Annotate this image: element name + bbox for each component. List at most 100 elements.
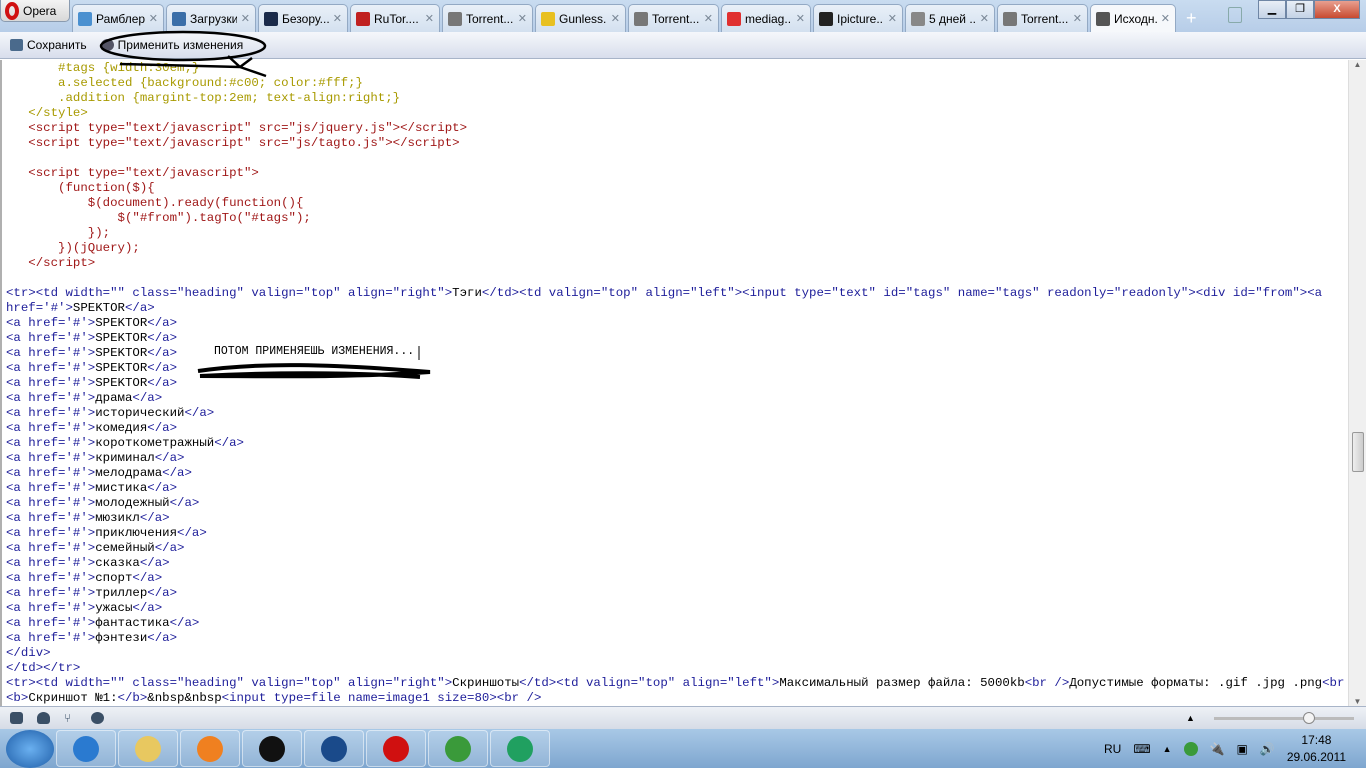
code-token: </a> <box>177 526 207 540</box>
code-line: }); <box>6 226 110 241</box>
code-token: <a href='#'> <box>6 406 96 420</box>
zoom-slider[interactable] <box>1214 712 1354 724</box>
code-line: <a href='#'>SPEKTOR</a> <box>6 376 177 391</box>
code-token: &nbsp&nbsp <box>147 691 222 705</box>
tab[interactable]: Torrent... ✕ <box>442 4 533 32</box>
rambler-icon <box>78 11 92 26</box>
code-token: мистика <box>95 481 148 495</box>
tab-bar: Opera Рамблер ✕ Загрузки ✕ Безору... ✕ RuTor..… <box>0 0 1366 32</box>
network-icon[interactable]: ▣ <box>1237 742 1248 756</box>
tab[interactable]: 5 дней ... ✕ <box>905 4 995 32</box>
code-token: криминал <box>95 451 155 465</box>
code-token: <a href='#'> <box>6 316 96 330</box>
apply-changes-button[interactable]: Применить изменения <box>100 38 243 52</box>
code-line: .addition {margint-top:2em; text-align:r… <box>6 91 400 106</box>
code-token: <a href='#'> <box>6 346 96 360</box>
code-line: <a href='#'>комедия</a> <box>6 421 177 436</box>
downloads-icon <box>172 11 186 26</box>
language-indicator[interactable]: RU <box>1104 742 1121 756</box>
tab[interactable]: Безору... ✕ <box>258 4 348 32</box>
code-token: комедия <box>95 421 148 435</box>
code-line: <tr><td width="" class="heading" valign=… <box>6 286 1322 301</box>
close-tab-icon[interactable]: ✕ <box>333 12 342 25</box>
taskbar-app[interactable] <box>242 730 302 767</box>
close-tab-icon[interactable]: ✕ <box>149 12 158 25</box>
taskbar-app[interactable] <box>180 730 240 767</box>
turbo-icon[interactable] <box>91 712 104 724</box>
tab[interactable]: Рамблер ✕ <box>72 4 164 32</box>
tab[interactable]: Torrent... ✕ <box>997 4 1088 32</box>
code-line: <a href='#'>мелодрама</a> <box>6 466 192 481</box>
scroll-down-icon[interactable]: ▼ <box>1349 697 1366 706</box>
taskbar-app[interactable] <box>490 730 550 767</box>
film-icon <box>911 11 925 26</box>
keyboard-icon[interactable]: ⌨ <box>1133 742 1150 756</box>
close-tab-icon[interactable]: ✕ <box>888 12 897 25</box>
code-token: }); <box>6 226 111 240</box>
new-tab-icon[interactable]: + <box>1186 8 1197 29</box>
source-code-view[interactable]: #tags {width:30em;} a.selected {backgrou… <box>0 60 1348 706</box>
code-line: <a href='#'>семейный</a> <box>6 541 184 556</box>
code-token: </a> <box>147 376 178 390</box>
tab[interactable]: Gunless... ✕ <box>535 4 626 32</box>
save-button[interactable]: Сохранить <box>10 38 87 52</box>
tab[interactable]: Ipicture... ✕ <box>813 4 903 32</box>
tab[interactable]: mediag... ✕ <box>721 4 811 32</box>
taskbar-app[interactable] <box>118 730 178 767</box>
zoom-slider-knob[interactable] <box>1303 712 1316 724</box>
refresh-icon <box>100 39 114 51</box>
code-line: $("#from").tagTo("#tags"); <box>6 211 311 226</box>
vertical-scrollbar[interactable]: ▲ ▼ <box>1348 60 1366 706</box>
code-token: </a> <box>169 616 200 630</box>
green-app-icon <box>507 735 533 762</box>
panel-toggle-icon[interactable] <box>10 712 23 724</box>
code-line: <a href='#'>фантастика</a> <box>6 616 199 631</box>
close-tab-icon[interactable]: ✕ <box>425 12 434 25</box>
view-options-icon[interactable]: ▲ <box>1186 713 1195 723</box>
close-tab-icon[interactable]: ✕ <box>241 12 250 25</box>
minimize-button[interactable]: ▁ <box>1258 0 1286 19</box>
code-token: </a> <box>147 586 178 600</box>
show-hidden-icons[interactable]: ▲ <box>1163 744 1172 754</box>
clock[interactable]: 17:48 29.06.2011 <box>1287 732 1346 766</box>
close-tab-icon[interactable]: ✕ <box>704 12 713 25</box>
tab[interactable]: Torrent... ✕ <box>628 4 719 32</box>
tab[interactable]: Загрузки ✕ <box>166 4 256 32</box>
close-tab-icon[interactable]: ✕ <box>1073 12 1082 25</box>
start-button[interactable] <box>6 729 54 768</box>
taskbar-app[interactable] <box>366 730 426 767</box>
code-token: </a> <box>154 451 185 465</box>
close-tab-icon[interactable]: ✕ <box>796 12 805 25</box>
close-button[interactable]: X <box>1314 0 1360 19</box>
maximize-button[interactable]: ❐ <box>1286 0 1314 19</box>
tab[interactable]: Исходн... ✕ <box>1090 4 1176 32</box>
close-tab-icon[interactable]: ✕ <box>980 12 989 25</box>
taskbar-app[interactable] <box>304 730 364 767</box>
code-token: семейный <box>95 541 155 555</box>
utorrent-tray-icon[interactable] <box>1183 741 1198 756</box>
scroll-up-icon[interactable]: ▲ <box>1349 60 1366 69</box>
tab[interactable]: RuTor.... ✕ <box>350 4 440 32</box>
document-icon <box>1096 11 1110 26</box>
volume-icon[interactable]: 🔊 <box>1260 742 1275 756</box>
opera-unite-icon[interactable] <box>37 712 50 724</box>
tab-label: Torrent... <box>1021 11 1069 26</box>
code-token: </a> <box>184 406 215 420</box>
code-token: <a href='#'> <box>6 496 96 510</box>
taskbar-app[interactable] <box>428 730 488 767</box>
close-tab-icon[interactable]: ✕ <box>611 12 620 25</box>
close-tab-icon[interactable]: ✕ <box>518 12 527 25</box>
code-line: <a href='#'>триллер</a> <box>6 586 177 601</box>
code-token: фантастика <box>95 616 170 630</box>
scrollbar-thumb[interactable] <box>1352 431 1364 472</box>
opera-link-icon[interactable]: ⑂ <box>64 712 77 724</box>
opera-menu-button[interactable]: Opera <box>0 0 70 22</box>
trash-icon[interactable] <box>1228 7 1242 23</box>
code-line: $(document).ready(function(){ <box>6 196 304 211</box>
code-token: </a> <box>124 301 155 315</box>
power-icon[interactable]: 🔌 <box>1210 742 1225 756</box>
taskbar-app[interactable] <box>56 730 116 767</box>
close-tab-icon[interactable]: ✕ <box>1161 12 1170 25</box>
code-token: SPEKTOR <box>95 361 148 375</box>
source-toolbar: Сохранить Применить изменения <box>0 32 1366 59</box>
